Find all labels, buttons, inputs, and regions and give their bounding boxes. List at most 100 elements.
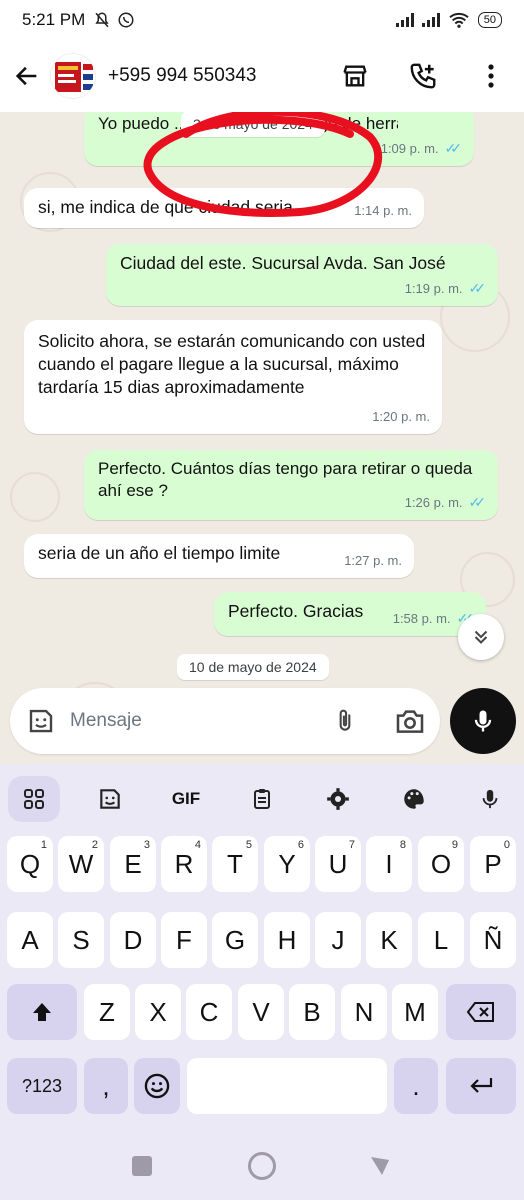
status-time: 5:21 PM: [22, 10, 86, 29]
key-o[interactable]: O9: [418, 836, 464, 892]
camera-icon[interactable]: [394, 705, 426, 737]
key-p[interactable]: P0: [470, 836, 516, 892]
whatsapp-notification-icon: [118, 12, 134, 28]
enter-key[interactable]: [446, 1058, 516, 1114]
key-q[interactable]: Q1: [7, 836, 53, 892]
key-e[interactable]: E3: [110, 836, 156, 892]
key-n-tilde[interactable]: Ñ: [470, 912, 516, 968]
voice-message-button[interactable]: [450, 688, 516, 754]
keyboard-toolbar: GIF: [0, 770, 524, 828]
key-b[interactable]: B: [289, 984, 335, 1040]
wifi-icon: [449, 12, 469, 28]
attach-icon[interactable]: [332, 706, 358, 736]
key-t[interactable]: T5: [212, 836, 258, 892]
message-time: 1:19 p. m.: [404, 281, 463, 296]
catalog-button[interactable]: [336, 53, 374, 99]
apps-grid-button[interactable]: [8, 776, 60, 822]
back-nav-icon[interactable]: [368, 1154, 392, 1178]
backspace-icon: [466, 1002, 494, 1022]
settings-button[interactable]: [312, 776, 364, 822]
message-text: Solicito ahora, se estarán comunicando c…: [38, 331, 426, 397]
message-time: 1:20 p. m.: [372, 409, 430, 424]
message-time: 1:26 p. m.: [404, 495, 463, 510]
key-l[interactable]: L: [418, 912, 464, 968]
clipboard-button[interactable]: [236, 776, 288, 822]
contact-name[interactable]: +595 994 550343: [108, 65, 256, 87]
key-y[interactable]: Y6: [264, 836, 310, 892]
key-j[interactable]: J: [315, 912, 361, 968]
enter-icon: [470, 1078, 493, 1093]
sticker-button[interactable]: [84, 776, 136, 822]
key-h[interactable]: H: [264, 912, 310, 968]
add-call-icon: [410, 63, 436, 89]
arrow-left-icon: [15, 66, 37, 86]
recents-button[interactable]: [132, 1156, 152, 1176]
message-text: seria de un año el tiempo limite: [38, 543, 281, 563]
period-key[interactable]: .: [394, 1058, 438, 1114]
key-a[interactable]: A: [7, 912, 53, 968]
key-g[interactable]: G: [212, 912, 258, 968]
spacebar[interactable]: [187, 1058, 387, 1114]
key-c[interactable]: C: [186, 984, 232, 1040]
emoji-key[interactable]: [134, 1058, 180, 1114]
theme-button[interactable]: [388, 776, 440, 822]
avatar[interactable]: [50, 53, 96, 99]
key-s[interactable]: S: [58, 912, 104, 968]
message-time: 1:27 p. m.: [344, 553, 402, 568]
avatar-logo-icon: [51, 54, 95, 98]
signal-icon: [395, 13, 414, 27]
key-m[interactable]: M: [392, 984, 438, 1040]
mute-bell-icon: [95, 12, 109, 28]
red-annotation-circle: [143, 112, 383, 217]
more-options-button[interactable]: [472, 53, 510, 99]
key-i[interactable]: I8: [366, 836, 412, 892]
palette-icon: [404, 789, 424, 809]
message-bubble-incoming[interactable]: seria de un año el tiempo limite 1:27 p.…: [24, 534, 414, 578]
date-chip: 10 de mayo de 2024: [177, 654, 329, 680]
message-bubble-incoming[interactable]: Solicito ahora, se estarán comunicando c…: [24, 320, 442, 434]
wallpaper-doodle: [10, 472, 60, 522]
message-composer[interactable]: Mensaje: [10, 688, 440, 754]
double-chevron-down-icon: [474, 630, 488, 644]
read-receipt-icon: ✓✓: [468, 494, 487, 510]
backspace-key[interactable]: [446, 984, 516, 1040]
chat-area[interactable]: Yo puedo ... el pagare del juego de herr…: [0, 112, 524, 764]
key-f[interactable]: F: [161, 912, 207, 968]
key-z[interactable]: Z: [84, 984, 130, 1040]
microphone-icon: [474, 710, 492, 732]
microphone-icon: [482, 789, 498, 809]
message-bubble-outgoing[interactable]: Perfecto. Cuántos días tengo para retira…: [84, 450, 498, 520]
key-x[interactable]: X: [135, 984, 181, 1040]
emoji-icon: [144, 1073, 170, 1099]
sticker-icon[interactable]: [26, 706, 56, 736]
gif-button[interactable]: GIF: [160, 776, 212, 822]
key-r[interactable]: R4: [161, 836, 207, 892]
home-button[interactable]: [248, 1152, 276, 1180]
voice-typing-button[interactable]: [464, 776, 516, 822]
gear-icon: [327, 788, 349, 810]
message-bubble-outgoing[interactable]: Perfecto. Gracias 1:58 p. m. ✓✓: [214, 592, 486, 636]
battery-indicator: 50: [477, 12, 502, 28]
key-w[interactable]: W2: [58, 836, 104, 892]
scroll-to-bottom-button[interactable]: [458, 614, 504, 660]
grid-icon: [24, 789, 44, 809]
key-u[interactable]: U7: [315, 836, 361, 892]
key-n[interactable]: N: [341, 984, 387, 1040]
message-text: Ciudad del este. Sucursal Avda. San José: [120, 253, 446, 273]
sticker-icon: [100, 789, 120, 809]
shift-arrow-icon: [33, 1003, 51, 1021]
key-v[interactable]: V: [238, 984, 284, 1040]
key-d[interactable]: D: [110, 912, 156, 968]
symbols-key[interactable]: ?123: [7, 1058, 77, 1114]
message-input[interactable]: Mensaje: [70, 710, 142, 732]
message-text: Perfecto. Gracias: [228, 601, 364, 621]
back-button[interactable]: [4, 53, 50, 99]
system-nav-bar: [0, 1128, 524, 1200]
chat-header: +595 994 550343: [0, 40, 524, 112]
message-bubble-outgoing[interactable]: Ciudad del este. Sucursal Avda. San José…: [106, 244, 498, 306]
shift-key[interactable]: [7, 984, 77, 1040]
signal-icon-2: [421, 13, 440, 27]
add-call-button[interactable]: [404, 53, 442, 99]
key-k[interactable]: K: [366, 912, 412, 968]
comma-key[interactable]: ,: [84, 1058, 128, 1114]
